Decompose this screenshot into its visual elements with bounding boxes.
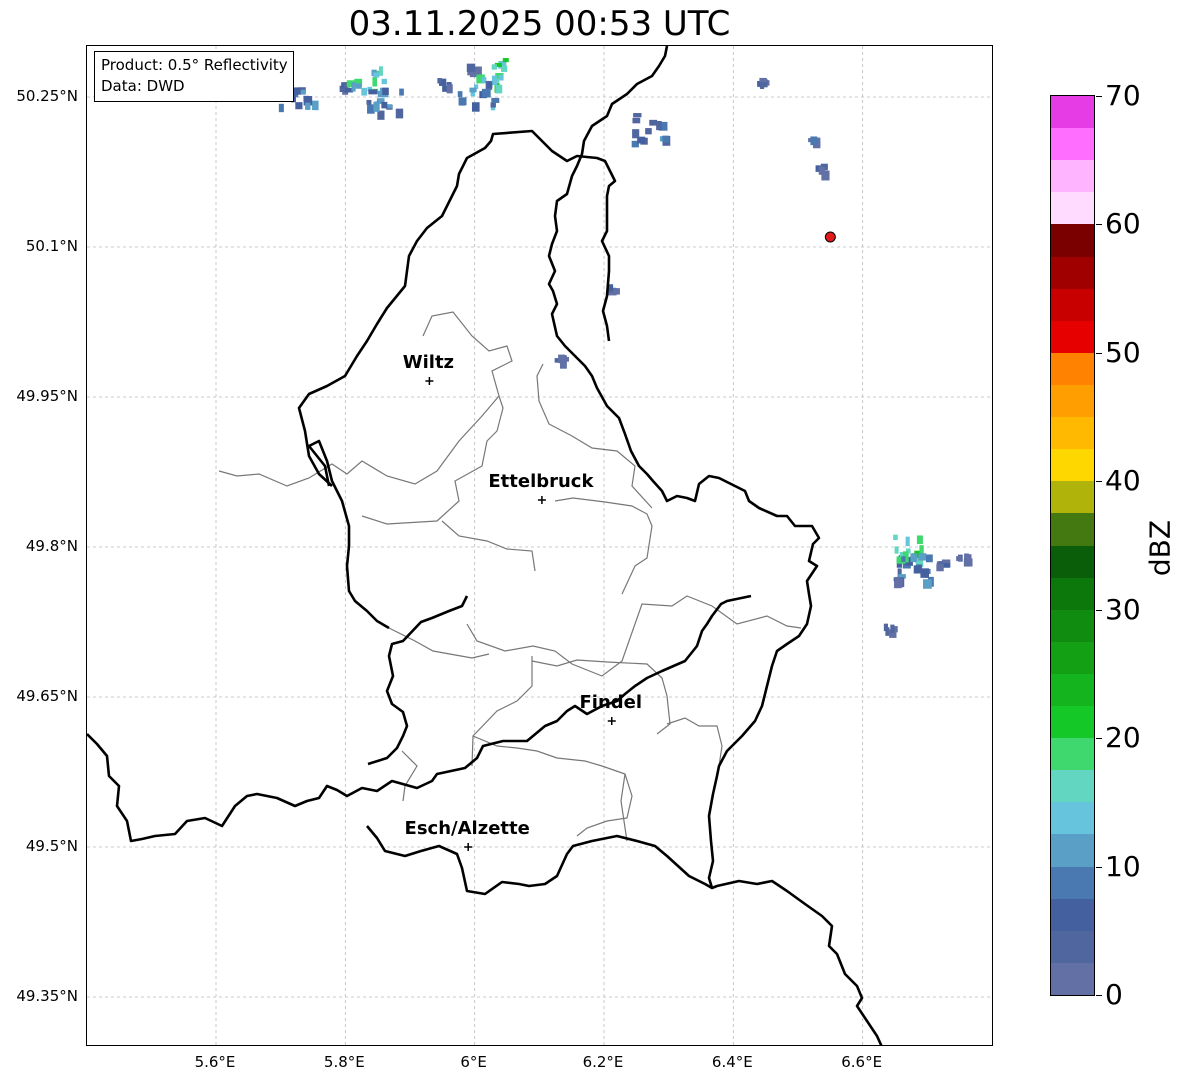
colorbar-segment	[1051, 705, 1094, 739]
city-label: Ettelbruck	[488, 471, 594, 492]
colorbar-tick-label: 30	[1105, 592, 1141, 626]
graticule-grid	[87, 46, 992, 1045]
colorbar-segment	[1051, 127, 1094, 161]
lon-tick-label: 6.6°E	[841, 1053, 883, 1071]
colorbar-segment	[1051, 962, 1094, 995]
echo-cluster	[476, 58, 509, 94]
colorbar-segment	[1051, 223, 1094, 257]
colorbar-tick	[1096, 96, 1102, 97]
colorbar-segment	[1051, 416, 1094, 450]
colorbar-tick	[1096, 352, 1102, 354]
country-borders	[87, 46, 883, 1045]
echo-cluster	[554, 354, 570, 369]
colorbar-segment	[1051, 512, 1094, 546]
lat-tick-label: 50.25°N	[16, 87, 78, 105]
lon-tick-label: 5.8°E	[323, 1053, 365, 1071]
echo-cluster	[457, 80, 500, 112]
lon-tick-label: 5.6°E	[194, 1053, 236, 1071]
radar-site-marker	[824, 231, 836, 243]
colorbar-unit-label: dBZ	[1143, 519, 1177, 577]
colorbar-segment	[1051, 191, 1094, 225]
dbz-colorbar	[1050, 95, 1095, 996]
colorbar-segment	[1051, 769, 1094, 803]
city-label: Wiltz	[402, 352, 455, 373]
echo-cluster	[808, 136, 821, 149]
echo-cluster	[893, 534, 924, 567]
colorbar-tick	[1096, 609, 1102, 611]
canton-boundaries	[218, 311, 802, 842]
city-crosshair	[607, 717, 616, 725]
colorbar-tick	[1096, 224, 1102, 226]
lat-tick-label: 50.1°N	[25, 237, 78, 255]
lat-tick-label: 49.5°N	[25, 837, 78, 855]
colorbar-segment	[1051, 95, 1094, 129]
echo-cluster	[815, 163, 830, 181]
colorbar-tick-label: 20	[1105, 721, 1141, 755]
colorbar-segment	[1051, 930, 1094, 963]
product-label: Product: 0.5° Reflectivity	[101, 56, 288, 74]
colorbar-segment	[1051, 288, 1094, 321]
colorbar-segment	[1051, 159, 1094, 193]
echo-cluster	[346, 66, 389, 98]
colorbar-tick	[1096, 738, 1102, 740]
product-info-box: Product: 0.5° Reflectivity Data: DWD	[94, 51, 294, 102]
echo-cluster	[366, 86, 404, 120]
colorbar-segment	[1051, 866, 1094, 899]
echo-cluster	[883, 623, 898, 638]
lon-tick-label: 6°E	[460, 1053, 487, 1071]
colorbar-segment	[1051, 352, 1094, 385]
colorbar-segment	[1051, 673, 1094, 707]
colorbar-segment	[1051, 320, 1094, 353]
colorbar-tick-label: 50	[1105, 335, 1141, 369]
colorbar-tick-label: 70	[1105, 79, 1141, 112]
colorbar-segment	[1051, 256, 1094, 289]
echo-cluster	[437, 78, 453, 94]
colorbar-segment	[1051, 577, 1094, 610]
city-crosshair	[464, 843, 473, 851]
radar-echoes	[278, 58, 973, 638]
lat-tick-label: 49.35°N	[16, 987, 78, 1005]
map-title: 03.11.2025 00:53 UTC	[348, 4, 731, 44]
echo-cluster	[956, 553, 973, 567]
city-crosshair	[537, 496, 546, 504]
colorbar-segment	[1051, 448, 1094, 482]
city-crosshair	[425, 377, 434, 385]
colorbar-segment	[1051, 833, 1094, 867]
colorbar-segment	[1051, 384, 1094, 418]
data-source-label: Data: DWD	[101, 77, 185, 95]
colorbar-tick	[1096, 866, 1102, 868]
map-canvas	[87, 46, 992, 1045]
colorbar-segment	[1051, 898, 1094, 931]
lat-tick-label: 49.8°N	[25, 537, 78, 555]
colorbar-tick	[1096, 481, 1102, 483]
radar-map[interactable]	[86, 45, 993, 1046]
echo-cluster	[631, 113, 671, 148]
city-label: Findel	[579, 692, 643, 713]
colorbar-tick-label: 0	[1105, 978, 1123, 1011]
colorbar-segment	[1051, 480, 1094, 514]
lon-tick-label: 6.4°E	[711, 1053, 753, 1071]
colorbar-tick-label: 60	[1105, 207, 1141, 241]
colorbar-segment	[1051, 801, 1094, 835]
colorbar-tick-label: 10	[1105, 849, 1141, 883]
lat-tick-label: 49.95°N	[16, 387, 78, 405]
colorbar-segment	[1051, 609, 1094, 642]
colorbar-tick	[1096, 995, 1102, 996]
echo-cluster	[893, 576, 905, 589]
colorbar-segment	[1051, 641, 1094, 674]
echo-cluster	[936, 559, 951, 572]
colorbar-segment	[1051, 737, 1094, 771]
city-label: Esch/Alzette	[404, 818, 530, 839]
echo-cluster	[757, 77, 770, 90]
colorbar-segment	[1051, 545, 1094, 578]
lat-tick-label: 49.65°N	[16, 687, 78, 705]
lon-tick-label: 6.2°E	[582, 1053, 624, 1071]
colorbar-tick-label: 40	[1105, 464, 1141, 498]
